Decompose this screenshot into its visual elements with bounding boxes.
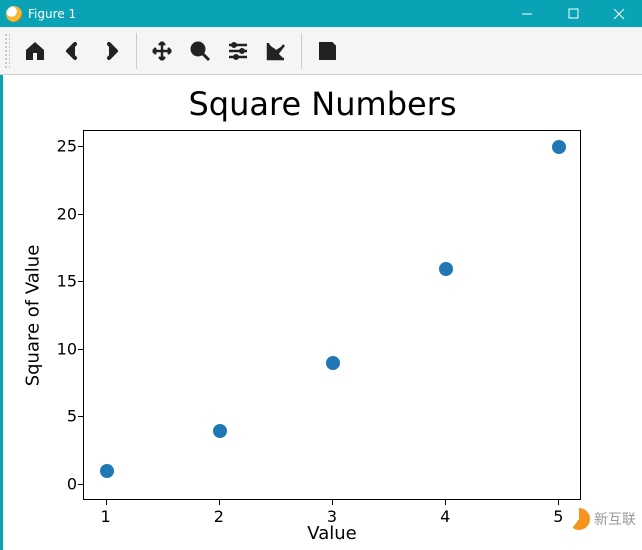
toolbar-separator (136, 33, 137, 69)
scatter-point (100, 464, 114, 478)
toolbar-grip-icon (4, 33, 10, 69)
watermark-text: 新互联 (594, 509, 636, 529)
zoom-button[interactable] (181, 31, 219, 71)
x-tick-label: 2 (214, 507, 224, 526)
watermark: 新互联 (568, 508, 636, 530)
window-titlebar: Figure 1 (0, 0, 642, 27)
pan-button[interactable] (143, 31, 181, 71)
save-button[interactable] (308, 31, 346, 71)
edit-axis-button[interactable] (257, 31, 295, 71)
toolbar (0, 27, 642, 75)
y-tick-label: 15 (47, 272, 77, 291)
home-button[interactable] (16, 31, 54, 71)
x-tick-label: 5 (553, 507, 563, 526)
back-button[interactable] (54, 31, 92, 71)
figure-canvas[interactable]: Square Numbers Square of Value Value 1 2 3… (0, 75, 642, 550)
scatter-point (552, 140, 566, 154)
maximize-button[interactable] (550, 0, 596, 27)
forward-button[interactable] (92, 31, 130, 71)
x-tick-label: 1 (101, 507, 111, 526)
toolbar-separator (301, 33, 302, 69)
chart-title: Square Numbers (3, 85, 642, 123)
plot-area (83, 130, 581, 500)
minimize-button[interactable] (504, 0, 550, 27)
close-button[interactable] (596, 0, 642, 27)
y-tick-label: 20 (47, 204, 77, 223)
y-tick-label: 0 (47, 474, 77, 493)
x-tick-label: 4 (440, 507, 450, 526)
y-tick-label: 5 (47, 407, 77, 426)
x-tick-label: 3 (327, 507, 337, 526)
y-tick-label: 25 (47, 137, 77, 156)
subplots-button[interactable] (219, 31, 257, 71)
window-title: Figure 1 (28, 7, 76, 21)
y-tick-label: 10 (47, 339, 77, 358)
scatter-point (439, 262, 453, 276)
y-axis-label: Square of Value (23, 130, 43, 500)
app-icon (6, 6, 22, 22)
scatter-point (213, 424, 227, 438)
scatter-point (326, 356, 340, 370)
watermark-icon (568, 508, 590, 530)
x-axis-label: Value (83, 523, 581, 544)
